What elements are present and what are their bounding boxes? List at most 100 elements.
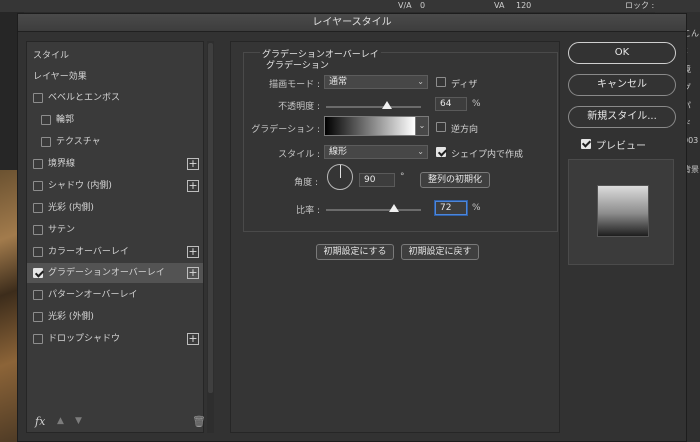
angle-dial[interactable] (327, 164, 353, 190)
gradient-group: グラデーションオーバーレイ グラデーション 描画モード : 通常 ⌄ ディザ 不透… (243, 47, 558, 232)
ok-button[interactable]: OK (568, 42, 676, 64)
gradient-style-select[interactable]: 線形 ⌄ (324, 145, 428, 159)
scale-slider[interactable] (326, 209, 421, 211)
styles-list-item[interactable]: サテン (27, 220, 203, 240)
add-effect-icon[interactable]: + (187, 246, 199, 258)
styles-list-item[interactable]: カラーオーバーレイ + (27, 242, 203, 262)
opacity-label: 不透明度 : (278, 102, 320, 112)
move-down-icon[interactable]: ▼ (75, 416, 82, 426)
effect-checkbox[interactable] (33, 312, 43, 322)
add-effect-icon[interactable]: + (187, 180, 199, 192)
style-label: スタイル : (278, 150, 320, 160)
blend-mode-label: 描画モード : (269, 80, 320, 90)
effect-checkbox[interactable] (33, 247, 43, 257)
styles-item-label: カラーオーバーレイ (48, 247, 129, 257)
opacity-unit: % (472, 99, 481, 109)
styles-list-item[interactable]: シャドウ (内側) + (27, 176, 203, 196)
style-preview (568, 159, 674, 265)
styles-list-item[interactable]: ベベルとエンボス (27, 88, 203, 108)
effect-checkbox[interactable] (33, 268, 43, 278)
angle-label: 角度 : (294, 178, 318, 188)
styles-list-item-selected[interactable]: グラデーションオーバーレイ + (27, 263, 203, 283)
opacity-slider-knob[interactable] (381, 101, 392, 109)
effect-checkbox[interactable] (33, 290, 43, 300)
gradient-picker-button[interactable]: ⌄ (416, 116, 429, 136)
scale-label: 比率 : (296, 206, 320, 216)
effect-checkbox[interactable] (33, 203, 43, 213)
scrollbar-thumb[interactable] (208, 43, 213, 393)
effect-checkbox[interactable] (33, 225, 43, 235)
gradient-preview[interactable] (324, 116, 416, 136)
styles-item-label: ドロップシャドウ (48, 334, 121, 344)
preview-swatch (597, 185, 649, 237)
lock-label: ロック : (625, 1, 655, 10)
styles-list-item[interactable]: テクスチャ (27, 132, 203, 152)
kerning-value[interactable]: 120 (516, 0, 531, 12)
styles-list-item[interactable]: パターンオーバーレイ (27, 285, 203, 305)
dither-checkbox[interactable] (436, 77, 446, 87)
effect-checkbox[interactable] (33, 181, 43, 191)
styles-list-item[interactable]: ドロップシャドウ + (27, 329, 203, 349)
preview-label: プレビュー (596, 141, 646, 152)
gradient-style-value: 線形 (329, 147, 348, 157)
add-effect-icon[interactable]: + (187, 333, 199, 345)
scale-slider-knob[interactable] (389, 204, 400, 212)
effect-checkbox[interactable] (33, 159, 43, 169)
styles-item-label: レイヤー効果 (33, 72, 87, 82)
reverse-label: 逆方向 (451, 125, 479, 135)
app-options-bar: V/A 0 VA 120 ロック : (0, 0, 700, 12)
effect-checkbox[interactable] (33, 93, 43, 103)
styles-list-item[interactable]: 光彩 (内側) (27, 198, 203, 218)
opacity-input[interactable]: 64 (435, 97, 467, 111)
styles-list-item[interactable]: 境界線 + (27, 154, 203, 174)
add-effect-icon[interactable]: + (187, 158, 199, 170)
scale-input[interactable]: 72 (435, 201, 467, 215)
styles-item-label: 境界線 (48, 159, 76, 169)
styles-list-item[interactable]: 光彩 (外側) (27, 307, 203, 327)
gradient-label: グラデーション : (251, 125, 320, 135)
styles-list: スタイル レイヤー効果 ベベルとエンボス 輪郭 テクスチャ 境界線 + シャドウ … (26, 41, 206, 433)
effect-checkbox[interactable] (41, 137, 51, 147)
effect-checkbox[interactable] (41, 115, 51, 125)
chevron-down-icon: ⌄ (417, 147, 424, 156)
styles-item-label: テクスチャ (56, 137, 101, 147)
styles-list-scrollbar[interactable] (207, 41, 214, 433)
trash-icon[interactable]: 🗑 (192, 415, 206, 428)
styles-list-item[interactable]: スタイル (27, 46, 203, 66)
blend-mode-value: 通常 (329, 77, 348, 87)
align-with-layer-label: シェイプ内で作成 (451, 150, 524, 160)
styles-item-label: 輪郭 (56, 115, 75, 125)
add-effect-icon[interactable]: + (187, 267, 199, 279)
styles-item-label: 光彩 (内側) (48, 203, 94, 213)
blend-mode-select[interactable]: 通常 ⌄ (324, 75, 428, 89)
chevron-down-icon: ⌄ (418, 121, 426, 130)
sub-title: グラデーション (266, 61, 329, 71)
tracking-value[interactable]: 0 (420, 0, 425, 12)
effect-checkbox[interactable] (33, 334, 43, 344)
reverse-checkbox[interactable] (436, 122, 446, 132)
styles-item-label: サテン (48, 225, 76, 235)
opacity-slider[interactable] (326, 106, 421, 108)
angle-input[interactable]: 90 (359, 173, 395, 187)
styles-item-label: スタイル (33, 51, 70, 61)
styles-item-label: パターンオーバーレイ (48, 290, 138, 300)
angle-unit: ° (400, 172, 405, 182)
new-style-button[interactable]: 新規スタイル... (568, 106, 676, 128)
reset-alignment-button[interactable]: 整列の初期化 (420, 172, 490, 188)
move-up-icon[interactable]: ▲ (57, 416, 64, 426)
preview-checkbox[interactable] (581, 139, 591, 149)
dialog-title: レイヤースタイル (18, 14, 686, 32)
align-with-layer-checkbox[interactable] (436, 147, 446, 157)
make-default-button[interactable]: 初期設定にする (316, 244, 394, 260)
fx-menu-icon[interactable]: fx (35, 415, 45, 428)
styles-item-label: シャドウ (内側) (48, 181, 112, 191)
scale-unit: % (472, 203, 481, 213)
layer-style-dialog: レイヤースタイル スタイル レイヤー効果 ベベルとエンボス 輪郭 テクスチャ 境… (17, 13, 687, 442)
styles-list-item[interactable]: レイヤー効果 (27, 67, 203, 87)
reset-default-button[interactable]: 初期設定に戻す (401, 244, 479, 260)
styles-list-item[interactable]: 輪郭 (27, 110, 203, 130)
gradient-overlay-settings: グラデーションオーバーレイ グラデーション 描画モード : 通常 ⌄ ディザ 不透… (230, 41, 560, 433)
cancel-button[interactable]: キャンセル (568, 74, 676, 96)
angle-dial-needle (340, 165, 341, 178)
chevron-down-icon: ⌄ (417, 77, 424, 86)
